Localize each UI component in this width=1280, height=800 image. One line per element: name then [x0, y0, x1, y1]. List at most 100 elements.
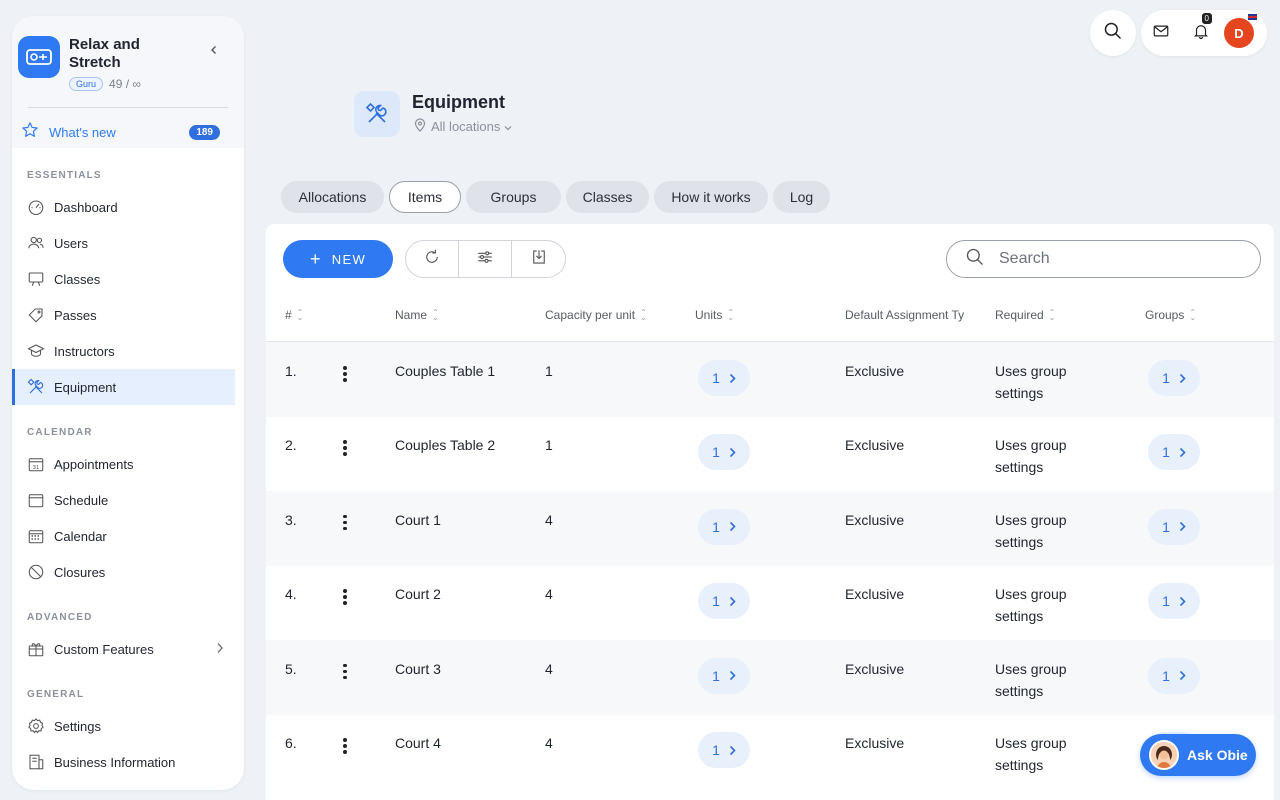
row-actions-kebab-icon[interactable] — [343, 663, 347, 682]
dashboard-icon — [27, 198, 45, 216]
sidebar-item-dashboard[interactable]: Dashboard — [12, 189, 244, 225]
sidebar-item-closures[interactable]: Closures — [12, 554, 244, 590]
users-icon — [27, 234, 45, 252]
units-chip[interactable]: 1 — [698, 434, 750, 471]
refresh-icon — [423, 248, 441, 271]
table-row[interactable]: 1. Couples Table 1 1 1 Exclusive Uses group s… — [266, 342, 1274, 417]
chevron-right-icon — [729, 522, 736, 532]
classes-icon — [27, 270, 45, 288]
column-header-required[interactable]: Required ⌃ ⌄ — [995, 308, 1055, 322]
item-name: Couples Table 1 — [395, 363, 496, 379]
table-row[interactable]: 6.Court 441ExclusiveUses group settings1 — [266, 714, 1274, 789]
row-actions-kebab-icon[interactable] — [343, 514, 347, 533]
column-header-capacity[interactable]: Capacity per unit ⌃ ⌄ — [545, 308, 647, 322]
tab-how-it-works[interactable]: How it works — [654, 181, 768, 213]
groups-chip[interactable]: 1 — [1148, 583, 1200, 620]
refresh-button[interactable] — [406, 241, 459, 277]
filters-button[interactable] — [459, 241, 512, 277]
location-selector[interactable]: All locations — [414, 118, 512, 135]
ask-obie-button[interactable]: Ask Obie — [1140, 734, 1256, 776]
sidebar-item-label: Equipment — [54, 379, 117, 395]
sidebar-item-business-information[interactable]: Business Information — [12, 744, 244, 780]
sidebar-item-label: Settings — [54, 718, 101, 734]
nav-advanced: ADVANCED Custom Features — [12, 612, 244, 667]
units-chip[interactable]: 1 — [698, 657, 750, 694]
sort-icon: ⌃ ⌄ — [727, 308, 735, 322]
row-actions-kebab-icon[interactable] — [343, 440, 347, 458]
new-item-button[interactable]: + NEW — [283, 240, 393, 278]
section-title-general: GENERAL — [27, 689, 85, 700]
nav-calendar: CALENDAR 31 Appointments Schedule Calend… — [12, 427, 244, 590]
column-label: Groups — [1145, 308, 1185, 322]
sidebar: Relax and Stretch Guru 49 / ∞ What's new… — [12, 16, 244, 790]
sidebar-item-instructors[interactable]: Instructors — [12, 333, 244, 369]
sidebar-item-appointments[interactable]: 31 Appointments — [12, 446, 244, 482]
sidebar-item-classes[interactable]: Classes — [12, 261, 244, 297]
tab-allocations[interactable]: Allocations — [281, 181, 384, 213]
row-actions-kebab-icon[interactable] — [343, 738, 347, 756]
column-header-name[interactable]: Name ⌃ ⌄ — [395, 308, 439, 322]
appointments-icon: 31 — [27, 455, 45, 473]
units-chip[interactable]: 1 — [698, 360, 750, 396]
column-header-assignment[interactable]: Default Assignment Ty — [845, 308, 964, 322]
units-count: 1 — [712, 518, 720, 535]
whats-new-link[interactable]: What's new 189 — [18, 108, 238, 144]
groups-chip[interactable]: 1 — [1148, 508, 1200, 545]
tab-items[interactable]: Items — [389, 181, 461, 213]
section-title-calendar: CALENDAR — [27, 427, 93, 438]
messages-button[interactable] — [1141, 10, 1181, 56]
section-title-advanced: ADVANCED — [27, 612, 93, 623]
groups-chip[interactable]: 1 — [1148, 434, 1200, 471]
chevron-right-icon — [1179, 447, 1186, 457]
default-assignment-type: Exclusive — [845, 437, 905, 454]
toolbar: + NEW — [283, 240, 566, 278]
sort-icon: ⌃ ⌄ — [1048, 308, 1056, 322]
units-chip[interactable]: 1 — [698, 508, 750, 545]
units-chip[interactable]: 1 — [698, 732, 750, 768]
column-header-groups[interactable]: Groups ⌃ ⌄ — [1145, 308, 1196, 322]
units-count: 1 — [712, 370, 720, 386]
groups-chip[interactable]: 1 — [1148, 360, 1200, 396]
tab-groups[interactable]: Groups — [466, 181, 561, 213]
column-label: Capacity per unit — [545, 308, 636, 322]
table-row[interactable]: 5. Court 3 4 1 Exclusive Uses group settings 1 — [266, 639, 1274, 715]
table-row[interactable]: 4. Court 2 4 1 Exclusive Uses group settings 1 — [266, 565, 1274, 640]
sidebar-item-passes[interactable]: Passes — [12, 297, 244, 333]
sidebar-item-label: Classes — [54, 271, 101, 287]
tab-log[interactable]: Log — [773, 181, 830, 213]
sidebar-item-schedule[interactable]: Schedule — [12, 482, 244, 518]
default-assignment-type: Exclusive — [845, 511, 905, 528]
sidebar-item-custom-features[interactable]: Custom Features — [12, 631, 244, 667]
groups-count: 1 — [1162, 444, 1170, 461]
export-button[interactable] — [512, 241, 565, 277]
user-avatar[interactable]: D — [1224, 13, 1258, 48]
column-header-units[interactable]: Units ⌃ ⌄ — [695, 308, 734, 322]
row-actions-kebab-icon[interactable] — [343, 366, 347, 384]
sidebar-item-settings[interactable]: Settings — [12, 708, 244, 744]
instructors-icon — [27, 342, 45, 360]
table-actions — [405, 240, 566, 278]
units-chip[interactable]: 1 — [698, 583, 750, 620]
sidebar-item-users[interactable]: Users — [12, 225, 244, 261]
table-search — [946, 240, 1261, 278]
row-actions-kebab-icon[interactable] — [343, 589, 347, 607]
search-input[interactable] — [999, 250, 1239, 268]
sidebar-header: Relax and Stretch Guru 49 / ∞ What's new… — [12, 16, 244, 148]
chevron-right-icon — [216, 642, 224, 657]
sidebar-item-calendar[interactable]: Calendar — [12, 518, 244, 554]
global-search-button[interactable] — [1090, 10, 1136, 56]
units-count: 1 — [712, 444, 720, 461]
item-name: Court 2 — [395, 586, 441, 603]
sidebar-item-equipment[interactable]: Equipment — [12, 369, 235, 405]
column-header-number[interactable]: # ⌃ ⌄ — [285, 308, 303, 322]
table-row[interactable]: 2. Couples Table 2 1 1 Exclusive Uses group s… — [266, 416, 1274, 491]
collapse-sidebar-icon[interactable] — [204, 40, 224, 60]
tab-classes[interactable]: Classes — [566, 181, 649, 213]
equipment-icon — [27, 378, 45, 396]
row-number: 2. — [285, 437, 297, 454]
brand-logo-icon — [18, 36, 60, 78]
groups-chip[interactable]: 1 — [1148, 657, 1200, 694]
notifications-button[interactable]: 0 — [1181, 10, 1221, 56]
search-icon — [1103, 21, 1123, 46]
table-row[interactable]: 3. Court 1 4 1 Exclusive Uses group settings 1 — [266, 490, 1274, 566]
